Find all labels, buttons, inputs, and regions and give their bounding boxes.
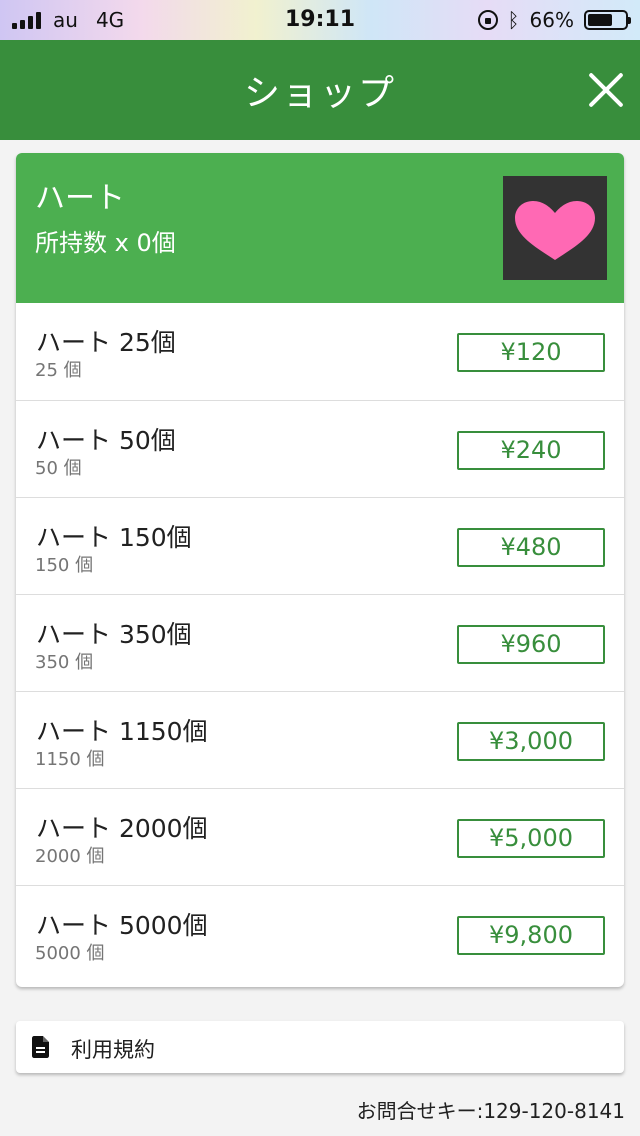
terms-link[interactable]: 利用規約 <box>16 1021 624 1073</box>
price-button[interactable]: ¥3,000 <box>457 722 605 761</box>
item-quantity: 1150 個 <box>35 749 105 770</box>
product-header: ハート 所持数 x 0個 <box>16 153 624 303</box>
product-image <box>503 176 607 280</box>
item-name: ハート 5000個 <box>36 911 208 940</box>
page-title: ショップ <box>243 73 396 114</box>
item-name: ハート 1150個 <box>36 717 208 746</box>
item-quantity: 5000 個 <box>35 943 105 964</box>
price-button[interactable]: ¥120 <box>457 333 605 372</box>
battery-level <box>588 14 612 26</box>
status-bar-right: ᛒ 66% <box>477 8 631 32</box>
app-header: ショップ <box>0 40 640 140</box>
list-item: ハート 2000個 2000 個 ¥5,000 <box>16 788 624 885</box>
price-button[interactable]: ¥5,000 <box>457 819 605 858</box>
heart-icon <box>515 201 595 260</box>
product-title: ハート <box>35 181 125 216</box>
bluetooth-icon: ᛒ <box>507 8 520 32</box>
terms-label: 利用規約 <box>71 1038 155 1062</box>
item-name: ハート 150個 <box>36 523 192 552</box>
list-item: ハート 1150個 1150 個 ¥3,000 <box>16 691 624 788</box>
item-quantity: 50 個 <box>35 458 82 479</box>
price-button[interactable]: ¥9,800 <box>457 916 605 955</box>
product-card: ハート 所持数 x 0個 ハート 25個 25 個 ¥120 ハート 50個 5… <box>16 153 624 987</box>
price-button[interactable]: ¥480 <box>457 528 605 567</box>
list-item: ハート 25個 25 個 ¥120 <box>16 303 624 400</box>
item-quantity: 25 個 <box>35 360 82 381</box>
document-icon <box>32 1036 49 1058</box>
item-quantity: 150 個 <box>35 555 94 576</box>
price-button[interactable]: ¥240 <box>457 431 605 470</box>
list-item: ハート 50個 50 個 ¥240 <box>16 400 624 497</box>
item-quantity: 2000 個 <box>35 846 105 867</box>
lock-rotation-icon <box>477 10 498 30</box>
owned-count: 所持数 x 0個 <box>35 229 176 257</box>
price-button[interactable]: ¥960 <box>457 625 605 664</box>
item-quantity: 350 個 <box>35 652 94 673</box>
item-list: ハート 25個 25 個 ¥120 ハート 50個 50 個 ¥240 ハート … <box>16 303 624 982</box>
list-item: ハート 350個 350 個 ¥960 <box>16 594 624 691</box>
item-name: ハート 25個 <box>36 328 176 357</box>
battery-percent: 66% <box>529 8 574 32</box>
list-item: ハート 5000個 5000 個 ¥9,800 <box>16 885 624 982</box>
battery-icon <box>584 10 631 30</box>
close-icon[interactable] <box>586 70 626 110</box>
item-name: ハート 350個 <box>36 620 192 649</box>
status-bar: au 4G 19:11 ᛒ 66% <box>0 0 640 40</box>
item-name: ハート 2000個 <box>36 814 208 843</box>
list-item: ハート 150個 150 個 ¥480 <box>16 497 624 594</box>
inquiry-key: お問合せキー:129-120-8141 <box>356 1099 625 1123</box>
item-name: ハート 50個 <box>36 426 176 455</box>
